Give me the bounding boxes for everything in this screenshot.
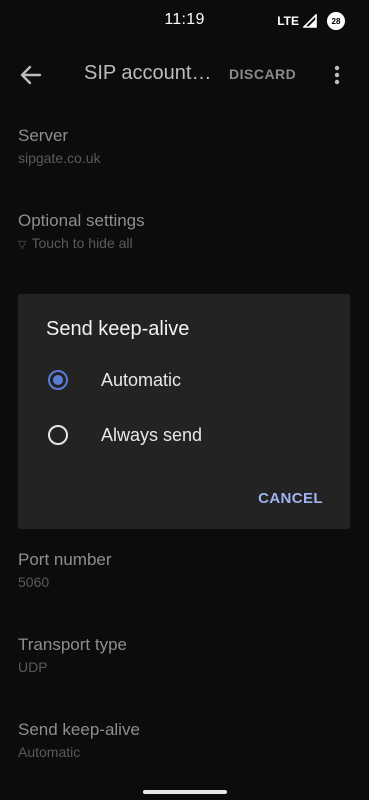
more-vert-icon[interactable] bbox=[326, 64, 348, 86]
page-title: SIP account… bbox=[84, 62, 212, 84]
discard-button[interactable]: DISCARD bbox=[229, 66, 296, 82]
pref-summary: 5060 bbox=[18, 574, 50, 590]
arrow-back-icon[interactable] bbox=[18, 62, 44, 88]
dialog-title: Send keep-alive bbox=[46, 318, 190, 340]
radio-option-always-send[interactable]: Always send bbox=[18, 411, 350, 463]
radio-label: Automatic bbox=[101, 370, 182, 390]
app-bar: SIP account… DISCARD bbox=[0, 44, 369, 106]
pref-title: Send keep-alive bbox=[18, 720, 140, 739]
cancel-button[interactable]: CANCEL bbox=[258, 490, 323, 507]
pref-summary: Automatic bbox=[18, 744, 81, 760]
pref-port-number[interactable]: Port number 5060 bbox=[18, 549, 348, 592]
nav-gesture-handle[interactable] bbox=[143, 790, 227, 794]
screen: 11:19 LTE 28 SIP account… DISCARD Server… bbox=[0, 0, 369, 800]
pref-title: Port number bbox=[18, 550, 112, 569]
pref-summary-text: Touch to hide all bbox=[31, 235, 133, 251]
pref-optional-settings[interactable]: Optional settings ▽ Touch to hide all bbox=[18, 210, 348, 255]
network-type: LTE bbox=[277, 14, 299, 28]
radio-label: Always send bbox=[101, 425, 203, 445]
triangle-down-icon: ▽ bbox=[18, 239, 27, 251]
radio-button-checked[interactable] bbox=[48, 370, 68, 390]
pref-title: Optional settings bbox=[18, 211, 145, 230]
pref-server[interactable]: Server sipgate.co.uk bbox=[18, 125, 348, 168]
status-indicators: LTE 28 bbox=[277, 12, 345, 30]
battery-icon: 28 bbox=[327, 12, 345, 30]
status-bar: 11:19 LTE 28 bbox=[0, 0, 369, 40]
pref-title: Server bbox=[18, 126, 69, 145]
radio-button-unchecked[interactable] bbox=[48, 425, 68, 445]
radio-option-automatic[interactable]: Automatic bbox=[18, 356, 350, 408]
pref-summary: ▽ Touch to hide all bbox=[18, 233, 348, 255]
pref-summary: sipgate.co.uk bbox=[18, 150, 101, 166]
pref-title: Transport type bbox=[18, 635, 127, 654]
pref-send-keep-alive[interactable]: Send keep-alive Automatic bbox=[18, 719, 348, 762]
pref-transport-type[interactable]: Transport type UDP bbox=[18, 634, 348, 677]
keep-alive-dialog: Send keep-alive Automatic Always send CA… bbox=[18, 294, 350, 529]
pref-summary: UDP bbox=[18, 659, 48, 675]
signal-icon bbox=[303, 14, 317, 28]
